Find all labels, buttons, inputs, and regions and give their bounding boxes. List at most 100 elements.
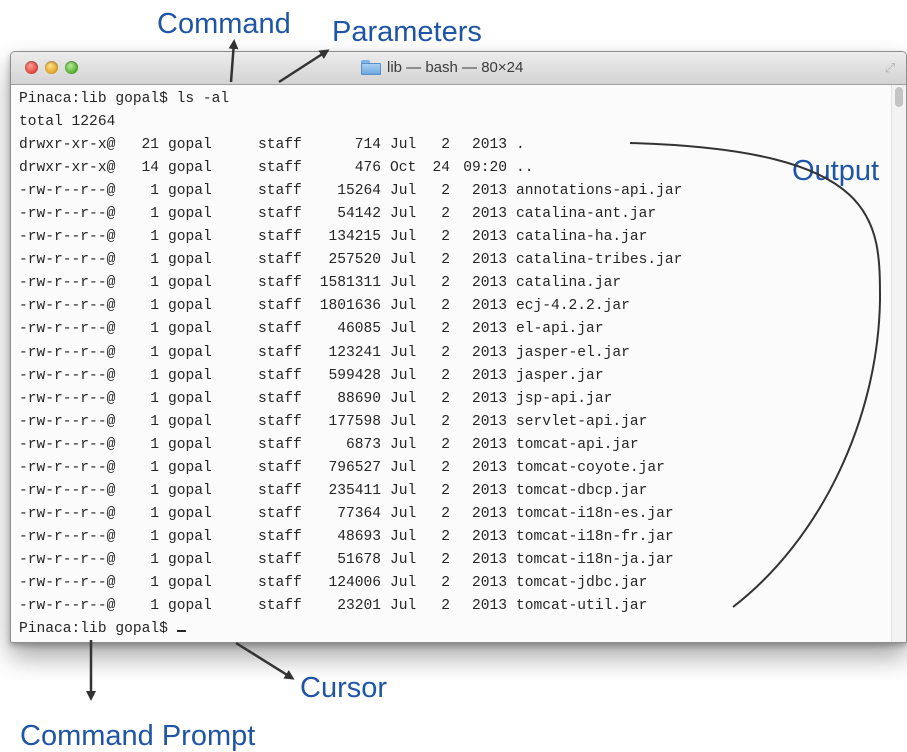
listing-perm-cell: drwxr-xr-x@ <box>19 137 116 154</box>
window-title-text: lib — bash — 80×24 <box>387 59 524 76</box>
listing-time-cell: 2013 <box>471 413 507 430</box>
listing-day-cell: 2 <box>441 413 450 430</box>
listing-perm-cell: -rw-r--r--@ <box>19 275 116 292</box>
listing-time-cell: 09:20 <box>463 160 507 177</box>
listing-links-cell: 1 <box>150 551 159 568</box>
listing-time-cell: 2013 <box>471 436 507 453</box>
listing-name-cell: ecj-4.2.2.jar <box>516 298 630 315</box>
listing-day-cell: 2 <box>441 574 450 591</box>
cursor-arrow <box>235 641 295 680</box>
listing-perm-cell: -rw-r--r--@ <box>19 505 116 522</box>
listing-size-cell: 1801636 <box>319 298 381 315</box>
listing-links-cell: 1 <box>150 482 159 499</box>
listing-size-cell: 599428 <box>328 367 381 384</box>
listing-perm-cell: -rw-r--r--@ <box>19 321 116 338</box>
listing-name-cell: jasper.jar <box>516 367 604 384</box>
directory-listing: drwxr-xr-x@ 21 gopal staff 714 Jul 2 2013. drwxr… <box>19 134 892 618</box>
listing-time-cell: 2013 <box>471 229 507 246</box>
listing-size-cell: 134215 <box>328 229 381 246</box>
listing-size-cell: 124006 <box>328 574 381 591</box>
vertical-scrollbar[interactable] <box>891 85 906 642</box>
listing-links-cell: 1 <box>150 505 159 522</box>
listing-day-cell: 2 <box>441 505 450 522</box>
listing-row: -rw-r--r--@ 1 gopal staff 77364 Jul 2 2013 tomca… <box>19 503 892 526</box>
listing-group-cell: staff <box>258 206 302 223</box>
listing-name-cell: tomcat-i18n-fr.jar <box>516 528 674 545</box>
listing-time-cell: 2013 <box>471 459 507 476</box>
listing-links-cell: 14 <box>141 160 159 177</box>
listing-size-cell: 714 <box>354 137 381 154</box>
title-bar[interactable]: lib — bash — 80×24 ⤢ <box>11 52 906 85</box>
listing-day-cell: 2 <box>441 459 450 476</box>
listing-month-cell: Jul <box>390 275 417 292</box>
listing-group-cell: staff <box>258 367 302 384</box>
listing-time-cell: 2013 <box>471 321 507 338</box>
listing-time-cell: 2013 <box>471 183 507 200</box>
listing-links-cell: 1 <box>150 598 159 615</box>
listing-owner-cell: gopal <box>168 505 212 522</box>
minimize-button[interactable] <box>45 61 58 74</box>
output-annotation-label: Output <box>792 155 880 187</box>
listing-group-cell: staff <box>258 160 302 177</box>
listing-row: -rw-r--r--@ 1 gopal staff 177598 Jul 2 2013 serv… <box>19 411 892 434</box>
listing-owner-cell: gopal <box>168 321 212 338</box>
listing-size-cell: 46085 <box>337 321 381 338</box>
scrollbar-thumb[interactable] <box>895 87 903 107</box>
listing-name-cell: catalina-tribes.jar <box>516 252 683 269</box>
listing-day-cell: 2 <box>441 206 450 223</box>
listing-group-cell: staff <box>258 574 302 591</box>
listing-time-cell: 2013 <box>471 551 507 568</box>
listing-perm-cell: -rw-r--r--@ <box>19 528 116 545</box>
listing-name-cell: catalina-ant.jar <box>516 206 657 223</box>
listing-day-cell: 24 <box>432 160 450 177</box>
zoom-button[interactable] <box>65 61 78 74</box>
listing-owner-cell: gopal <box>168 160 212 177</box>
parameters-annotation-label: Parameters <box>332 16 482 48</box>
listing-day-cell: 2 <box>441 528 450 545</box>
listing-row: -rw-r--r--@ 1 gopal staff 796527 Jul 2 2013 tomc… <box>19 457 892 480</box>
listing-perm-cell: -rw-r--r--@ <box>19 252 116 269</box>
listing-owner-cell: gopal <box>168 574 212 591</box>
listing-owner-cell: gopal <box>168 367 212 384</box>
listing-perm-cell: -rw-r--r--@ <box>19 413 116 430</box>
listing-group-cell: staff <box>258 183 302 200</box>
listing-row: -rw-r--r--@ 1 gopal staff 123241 Jul 2 2013 jasp… <box>19 342 892 365</box>
listing-links-cell: 21 <box>141 137 159 154</box>
listing-group-cell: staff <box>258 229 302 246</box>
listing-owner-cell: gopal <box>168 275 212 292</box>
listing-time-cell: 2013 <box>471 505 507 522</box>
listing-links-cell: 1 <box>150 206 159 223</box>
listing-month-cell: Jul <box>390 482 417 499</box>
close-button[interactable] <box>25 61 38 74</box>
listing-row: drwxr-xr-x@ 21 gopal staff 714 Jul 2 2013. <box>19 134 892 157</box>
listing-time-cell: 2013 <box>471 137 507 154</box>
listing-day-cell: 2 <box>441 482 450 499</box>
listing-links-cell: 1 <box>150 275 159 292</box>
listing-name-cell: annotations-api.jar <box>516 183 683 200</box>
listing-month-cell: Jul <box>390 137 417 154</box>
terminal-window: lib — bash — 80×24 ⤢ Pinaca:lib gopal$ l… <box>10 51 907 643</box>
listing-size-cell: 48693 <box>337 528 381 545</box>
listing-time-cell: 2013 <box>471 390 507 407</box>
listing-name-cell: tomcat-coyote.jar <box>516 459 665 476</box>
total-line: total 12264 <box>19 114 116 131</box>
listing-day-cell: 2 <box>441 252 450 269</box>
terminal-output-area[interactable]: Pinaca:lib gopal$ ls -al total 12264 drw… <box>11 85 892 642</box>
listing-links-cell: 1 <box>150 252 159 269</box>
listing-name-cell: tomcat-api.jar <box>516 436 639 453</box>
listing-group-cell: staff <box>258 390 302 407</box>
listing-links-cell: 1 <box>150 367 159 384</box>
listing-day-cell: 2 <box>441 598 450 615</box>
listing-size-cell: 123241 <box>328 344 381 361</box>
listing-perm-cell: -rw-r--r--@ <box>19 598 116 615</box>
listing-day-cell: 2 <box>441 321 450 338</box>
fullscreen-icon[interactable]: ⤢ <box>882 60 898 76</box>
command-prompt: Pinaca:lib gopal$ <box>19 621 177 638</box>
listing-row: -rw-r--r--@ 1 gopal staff 48693 Jul 2 2013 tomca… <box>19 526 892 549</box>
listing-row: -rw-r--r--@ 1 gopal staff 46085 Jul 2 2013 el-ap… <box>19 318 892 341</box>
listing-month-cell: Jul <box>390 321 417 338</box>
listing-links-cell: 1 <box>150 413 159 430</box>
listing-time-cell: 2013 <box>471 528 507 545</box>
listing-group-cell: staff <box>258 551 302 568</box>
listing-owner-cell: gopal <box>168 206 212 223</box>
